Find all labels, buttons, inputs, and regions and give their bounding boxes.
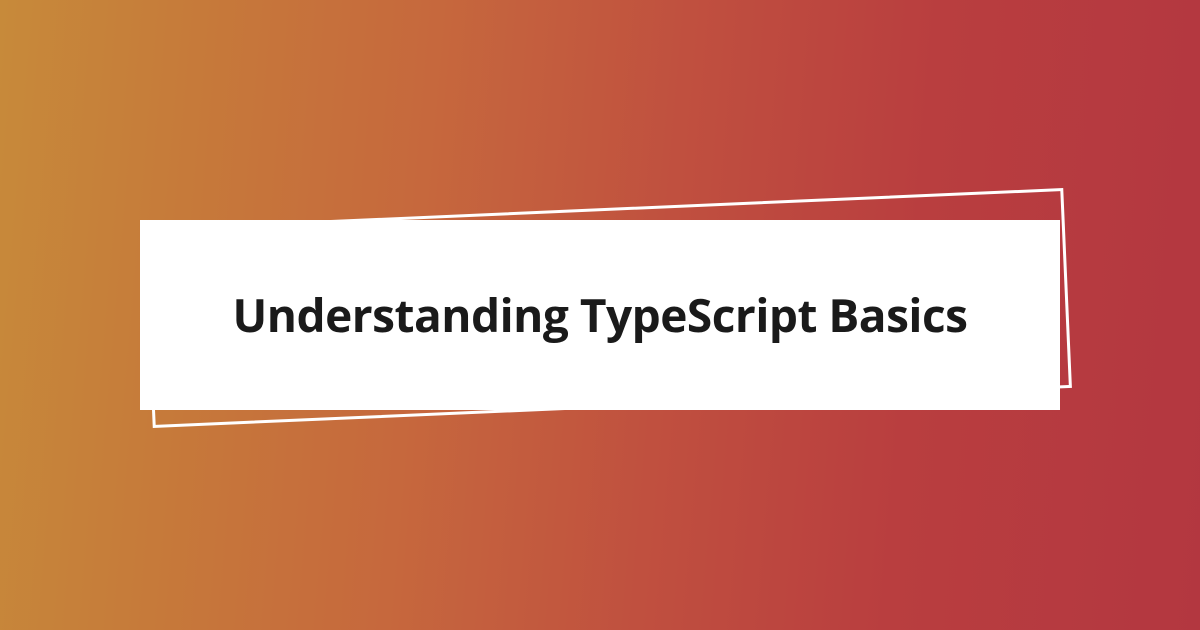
title-wrapper: Understanding TypeScript Basics <box>140 220 1060 410</box>
title-card: Understanding TypeScript Basics <box>140 220 1060 410</box>
hero-banner: Understanding TypeScript Basics <box>0 0 1200 630</box>
page-title: Understanding TypeScript Basics <box>233 284 968 346</box>
